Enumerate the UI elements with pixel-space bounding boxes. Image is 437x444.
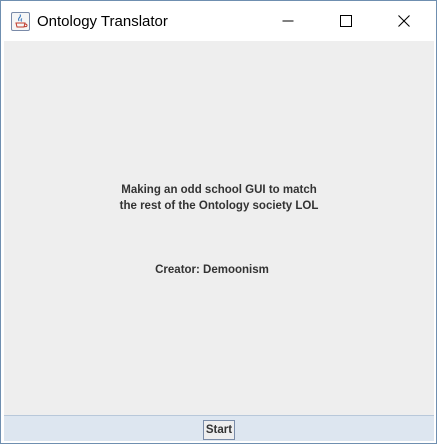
window-title: Ontology Translator (37, 13, 168, 30)
description-line-1: Making an odd school GUI to match (121, 184, 317, 196)
minimize-icon (282, 20, 294, 22)
description-line-2: the rest of the Ontology society LOL (119, 200, 319, 212)
content-panel: Making an odd school GUI to match the re… (4, 41, 434, 415)
close-button[interactable] (375, 1, 433, 41)
java-cup-icon (11, 12, 30, 31)
app-window: Ontology Translator Making an odd school… (0, 0, 437, 444)
maximize-button[interactable] (317, 1, 375, 41)
minimize-button[interactable] (259, 1, 317, 41)
start-button[interactable]: Start (203, 420, 235, 440)
description-label: Making an odd school GUI to match the re… (4, 182, 434, 214)
maximize-icon (340, 15, 352, 27)
creator-label: Creator: Demoonism (155, 264, 269, 276)
close-icon (398, 15, 410, 27)
title-bar[interactable]: Ontology Translator (1, 1, 436, 41)
